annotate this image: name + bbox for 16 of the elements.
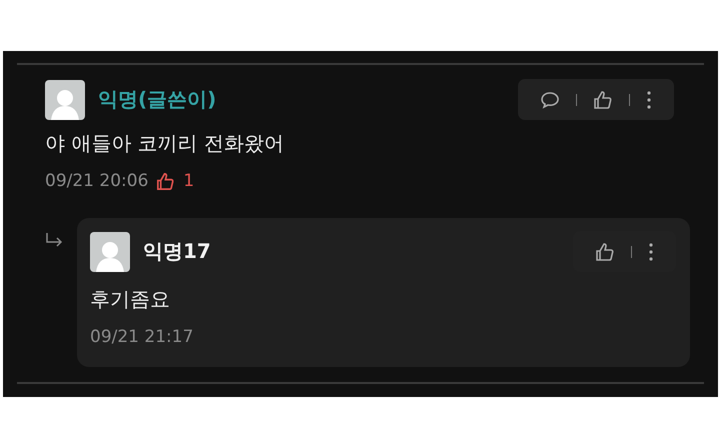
author-name: 익명17 xyxy=(143,238,211,265)
speech-bubble-icon xyxy=(540,90,560,110)
author-name: 익명(글쓴이) xyxy=(98,86,216,113)
like-count: 1 xyxy=(183,171,194,191)
more-icon xyxy=(648,242,654,262)
avatar-icon xyxy=(90,232,130,272)
reply-time: 09/21 21:17 xyxy=(90,327,194,347)
more-icon xyxy=(646,90,652,110)
comment-text: 야 애들아 코끼리 전화왔어 xyxy=(45,130,286,157)
reply-arrow-icon xyxy=(45,232,63,248)
thumbs-up-icon xyxy=(156,172,176,190)
avatar-icon xyxy=(45,80,85,120)
thumbs-up-icon xyxy=(593,90,613,110)
reply-text: 후기좀요 xyxy=(90,286,171,313)
comment-time: 09/21 20:06 xyxy=(45,171,148,191)
thumbs-up-icon xyxy=(595,242,615,262)
